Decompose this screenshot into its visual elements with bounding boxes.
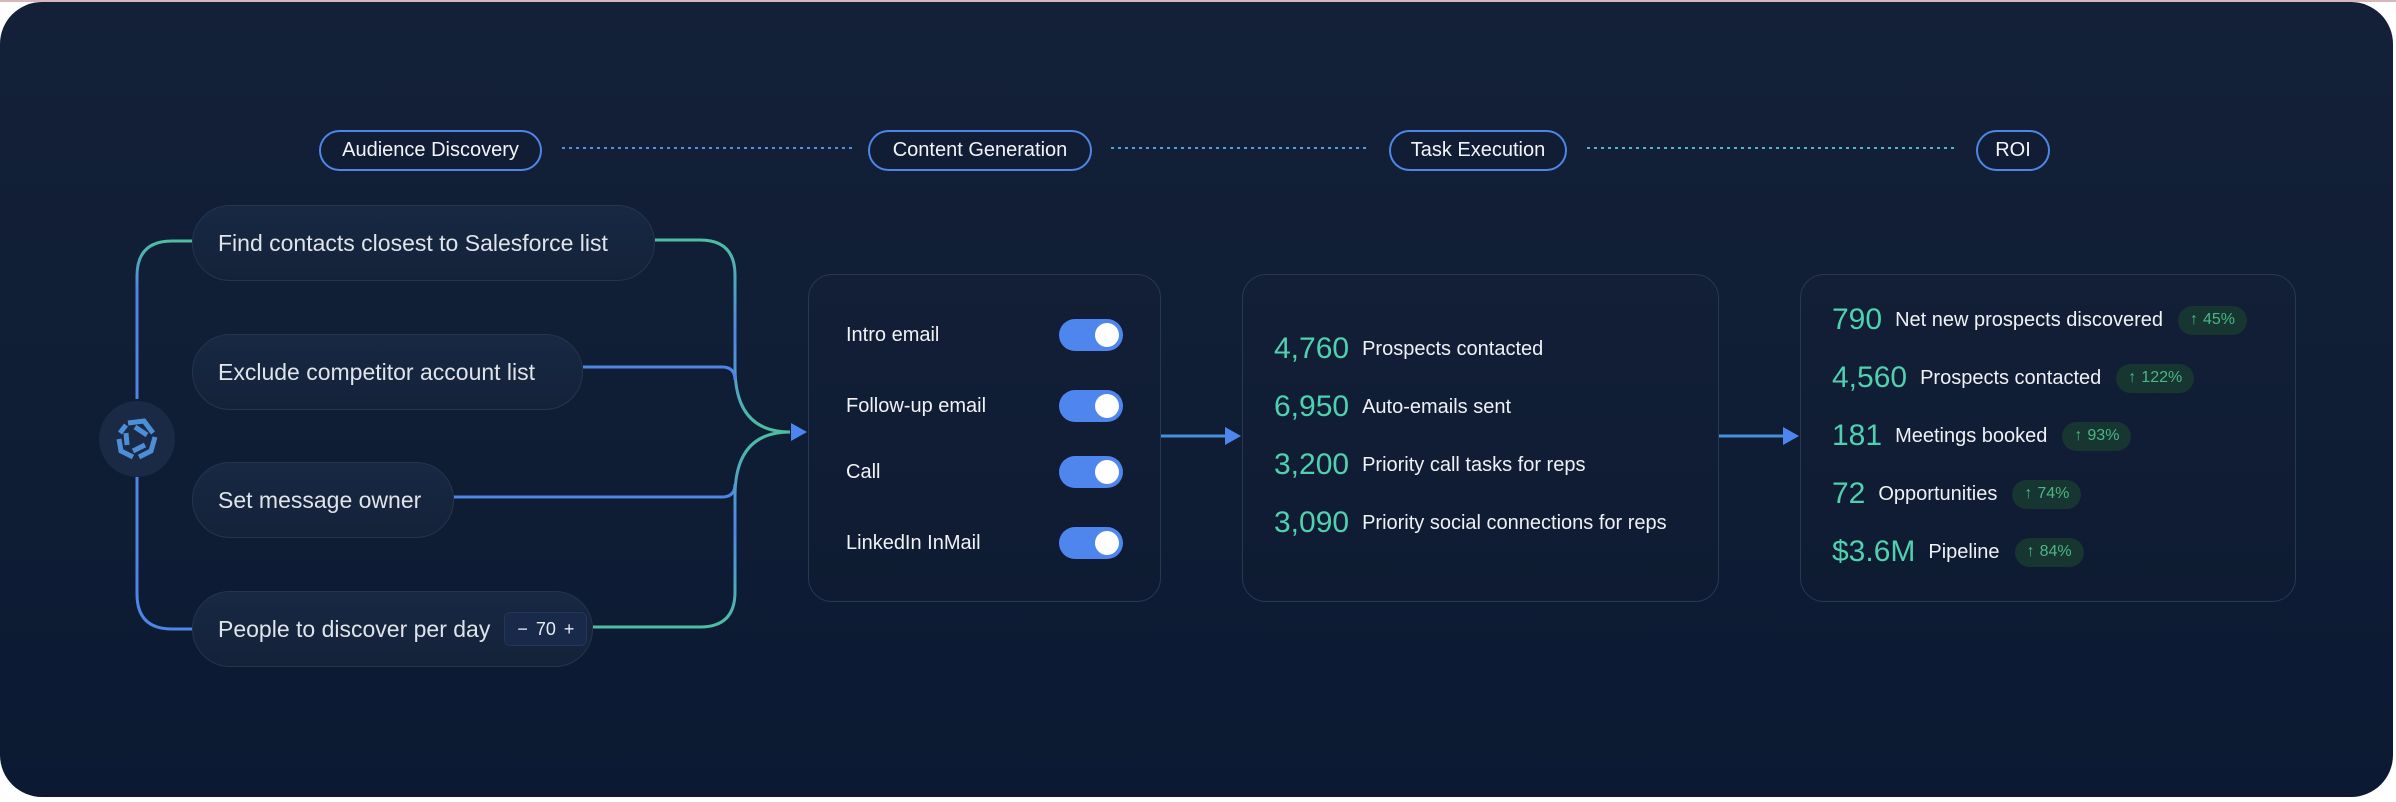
change-badge: ↑ 93% bbox=[2062, 421, 2132, 451]
stat-label: Prospects contacted bbox=[1362, 337, 1544, 360]
change-value: 93% bbox=[2087, 427, 2120, 444]
decrement-button[interactable]: − bbox=[517, 619, 528, 640]
option-label: Find contacts closest to Salesforce list bbox=[218, 229, 608, 256]
change-badge: ↑ 74% bbox=[2012, 479, 2082, 509]
roi-stat-row: 790 Net new prospects discovered ↑ 45% bbox=[1832, 303, 2248, 337]
stage-content-generation[interactable]: Content Generation bbox=[868, 130, 1092, 171]
stat-value: 3,090 bbox=[1274, 506, 1350, 539]
toggle-call[interactable] bbox=[1059, 456, 1123, 488]
task-stat-row: 4,760 Prospects contacted bbox=[1274, 332, 1543, 366]
arrow-up-icon: ↑ bbox=[2189, 311, 2198, 328]
logo-glyph-icon bbox=[116, 418, 158, 460]
task-execution-card: 4,760 Prospects contacted 6,950 Auto-ema… bbox=[1242, 274, 1719, 602]
channel-label: Intro email bbox=[846, 323, 940, 346]
roi-stat-row: 4,560 Prospects contacted ↑ 122% bbox=[1832, 361, 2195, 395]
option-label: Set message owner bbox=[218, 486, 422, 513]
merge-line-1 bbox=[655, 238, 791, 434]
arrow-up-icon: ↑ bbox=[2074, 427, 2083, 444]
roi-stat-row: 181 Meetings booked ↑ 93% bbox=[1832, 419, 2132, 453]
channel-row-follow-up-email: Follow-up email bbox=[846, 390, 1123, 422]
left-spine-bottom bbox=[135, 477, 192, 631]
roi-stat-row: $3.6M Pipeline ↑ 84% bbox=[1832, 535, 2084, 569]
merge-line-4 bbox=[593, 430, 791, 629]
arrow-to-tasks bbox=[1225, 427, 1241, 445]
stat-label: Auto-emails sent bbox=[1362, 395, 1512, 418]
stage-task-execution[interactable]: Task Execution bbox=[1389, 130, 1567, 171]
stat-value: 3,200 bbox=[1274, 448, 1350, 481]
change-value: 45% bbox=[2202, 311, 2236, 328]
option-exclude-competitors[interactable]: Exclude competitor account list bbox=[192, 334, 583, 410]
stat-label: Priority call tasks for reps bbox=[1362, 453, 1586, 476]
stage-roi[interactable]: ROI bbox=[1976, 130, 2050, 171]
roi-stat-row: 72 Opportunities ↑ 74% bbox=[1832, 477, 2082, 511]
toggle-knob bbox=[1095, 323, 1119, 347]
channel-row-call: Call bbox=[846, 456, 1123, 488]
option-people-per-day: People to discover per day − 70 + bbox=[192, 591, 593, 667]
channel-label: LinkedIn InMail bbox=[846, 531, 981, 554]
channel-row-intro-email: Intro email bbox=[846, 319, 1123, 351]
arrow-to-roi bbox=[1783, 427, 1799, 445]
stat-value: 6,950 bbox=[1274, 390, 1350, 423]
stage-audience-discovery[interactable]: Audience Discovery bbox=[319, 130, 542, 171]
left-spine-top bbox=[135, 239, 192, 399]
task-stat-row: 3,200 Priority call tasks for reps bbox=[1274, 448, 1585, 482]
merge-line-3 bbox=[454, 483, 737, 499]
option-find-contacts[interactable]: Find contacts closest to Salesforce list bbox=[192, 205, 655, 281]
stat-label: Prospects contacted bbox=[1920, 366, 2102, 389]
stat-label: Opportunities bbox=[1878, 482, 1998, 505]
change-badge: ↑ 45% bbox=[2177, 305, 2248, 335]
stat-value: 790 bbox=[1832, 303, 1883, 336]
toggle-knob bbox=[1095, 531, 1119, 555]
stat-label: Net new prospects discovered bbox=[1895, 308, 2163, 331]
channel-label: Call bbox=[846, 460, 881, 483]
merge-line-2 bbox=[583, 365, 737, 381]
task-stat-row: 6,950 Auto-emails sent bbox=[1274, 390, 1511, 424]
stat-label: Meetings booked bbox=[1895, 424, 2048, 447]
change-badge: ↑ 122% bbox=[2116, 363, 2195, 393]
workflow-panel: Audience Discovery Content Generation Ta… bbox=[0, 2, 2393, 797]
people-per-day-stepper[interactable]: − 70 + bbox=[504, 612, 588, 646]
task-stat-row: 3,090 Priority social connections for re… bbox=[1274, 506, 1667, 540]
stepper-value[interactable]: 70 bbox=[536, 619, 556, 640]
change-value: 122% bbox=[2141, 369, 2183, 386]
channel-label: Follow-up email bbox=[846, 394, 987, 417]
option-label: Exclude competitor account list bbox=[218, 358, 536, 385]
stat-value: $3.6M bbox=[1832, 535, 1916, 568]
option-set-message-owner[interactable]: Set message owner bbox=[192, 462, 454, 538]
toggle-follow-up-email[interactable] bbox=[1059, 390, 1123, 422]
roi-card: 790 Net new prospects discovered ↑ 45% 4,… bbox=[1800, 274, 2296, 602]
channel-row-linkedin-inmail: LinkedIn InMail bbox=[846, 527, 1123, 559]
stat-value: 4,760 bbox=[1274, 332, 1350, 365]
arrow-up-icon: ↑ bbox=[2026, 543, 2035, 560]
increment-button[interactable]: + bbox=[564, 619, 575, 640]
stat-value: 4,560 bbox=[1832, 361, 1908, 394]
change-badge: ↑ 84% bbox=[2014, 537, 2084, 567]
content-generation-card: Intro email Follow-up email Call LinkedI… bbox=[808, 274, 1161, 602]
toggle-linkedin-inmail[interactable] bbox=[1059, 527, 1123, 559]
stat-value: 181 bbox=[1832, 419, 1883, 452]
stat-label: Priority social connections for reps bbox=[1362, 511, 1667, 534]
stat-label: Pipeline bbox=[1928, 540, 2000, 563]
change-value: 84% bbox=[2039, 543, 2072, 560]
hexagon-swirl-logo-icon bbox=[99, 401, 175, 477]
change-value: 74% bbox=[2037, 485, 2070, 502]
arrow-to-content bbox=[791, 423, 807, 441]
toggle-knob bbox=[1095, 460, 1119, 484]
arrow-up-icon: ↑ bbox=[2024, 485, 2033, 502]
toggle-intro-email[interactable] bbox=[1059, 319, 1123, 351]
arrow-up-icon: ↑ bbox=[2128, 369, 2137, 386]
stat-value: 72 bbox=[1832, 477, 1866, 510]
option-label: People to discover per day bbox=[218, 615, 491, 642]
toggle-knob bbox=[1095, 394, 1119, 418]
